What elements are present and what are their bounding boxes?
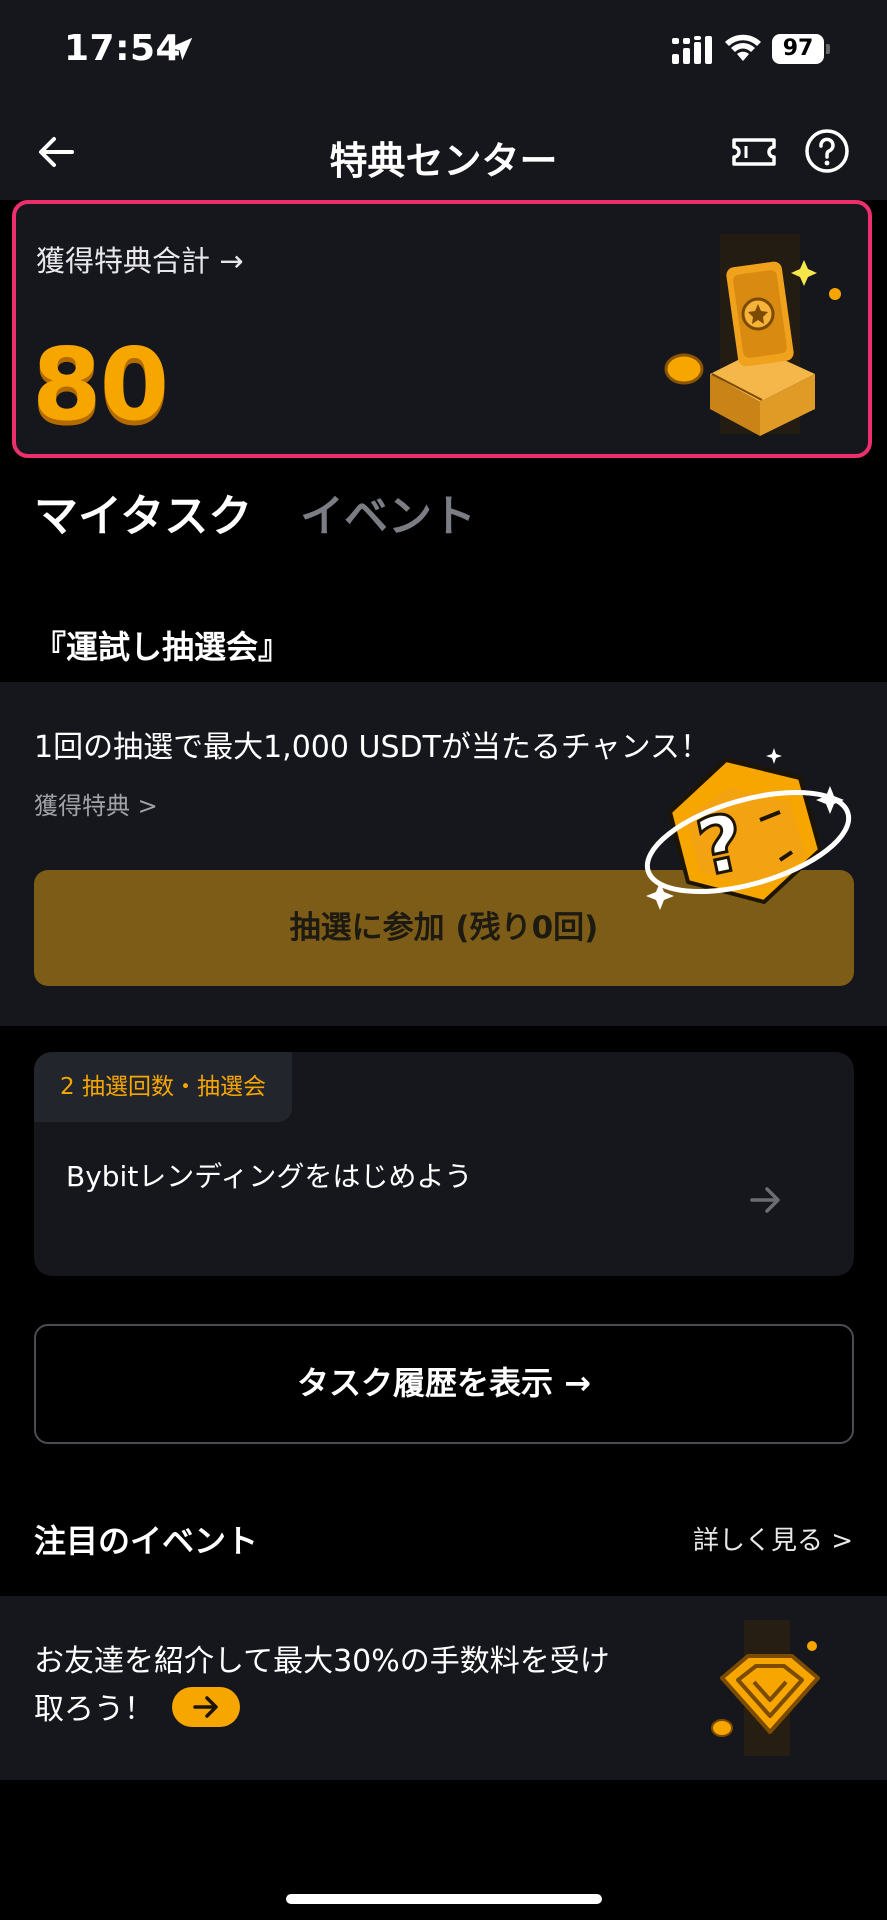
referral-badge-illustration xyxy=(711,1620,820,1756)
reward-total-value: 80 xyxy=(32,326,169,443)
events-header: 注目のイベント 詳しく見る > xyxy=(0,1512,887,1572)
ticket-icon[interactable] xyxy=(730,134,778,170)
referral-text: お友達を紹介して最大30%の手数料を受け取ろう！ xyxy=(34,1638,634,1734)
lottery-rewards-link[interactable]: 獲得特典 > xyxy=(34,786,158,821)
reward-box-illustration xyxy=(664,234,841,436)
arrow-right-icon[interactable] xyxy=(748,1182,784,1218)
lottery-card: 1回の抽選で最大1,000 USDTが当たるチャンス！ 獲得特典 > 抽選に参加… xyxy=(0,682,887,1026)
task-badge: 2 抽選回数・抽選会 xyxy=(34,1052,292,1122)
status-bar: 17:54 97 xyxy=(0,0,887,100)
wifi-icon xyxy=(725,34,761,61)
referral-banner[interactable]: お友達を紹介して最大30%の手数料を受け取ろう！ xyxy=(0,1596,887,1780)
referral-arrow-button[interactable] xyxy=(172,1686,240,1727)
lottery-headline: 1回の抽選で最大1,000 USDTが当たるチャンス！ xyxy=(34,730,711,765)
events-more-link[interactable]: 詳しく見る > xyxy=(693,1520,853,1557)
status-time: 17:54 xyxy=(64,28,182,69)
help-icon[interactable] xyxy=(804,128,850,174)
lottery-section-title: 『運試し抽選会』 xyxy=(34,628,291,666)
battery-icon: 97 xyxy=(772,34,830,64)
referral-text-label: お友達を紹介して最大30%の手数料を受け取ろう！ xyxy=(34,1644,610,1727)
location-arrow-icon xyxy=(169,37,193,61)
task-title[interactable]: Bybitレンディングをはじめよう xyxy=(66,1156,506,1198)
home-indicator xyxy=(286,1894,602,1904)
tab-my-tasks[interactable]: マイタスク xyxy=(34,480,252,544)
tab-events[interactable]: イベント xyxy=(300,480,476,544)
signal-icon xyxy=(672,36,712,64)
task-history-button[interactable]: タスク履歴を表示 → xyxy=(34,1324,854,1444)
arrow-right-icon xyxy=(193,1695,218,1718)
app-header: 特典センター xyxy=(0,100,887,200)
events-section-title: 注目のイベント xyxy=(34,1522,259,1560)
reward-total-title[interactable]: 獲得特典合計 → xyxy=(36,238,244,280)
reward-total-card[interactable]: 獲得特典合計 → 80 xyxy=(12,200,872,458)
task-card[interactable]: 2 抽選回数・抽選会 Bybitレンディングをはじめよう xyxy=(34,1052,854,1276)
battery-level: 97 xyxy=(772,34,824,64)
tab-bar: マイタスク イベント xyxy=(0,470,887,550)
mystery-cube-illustration: ? xyxy=(644,748,852,910)
